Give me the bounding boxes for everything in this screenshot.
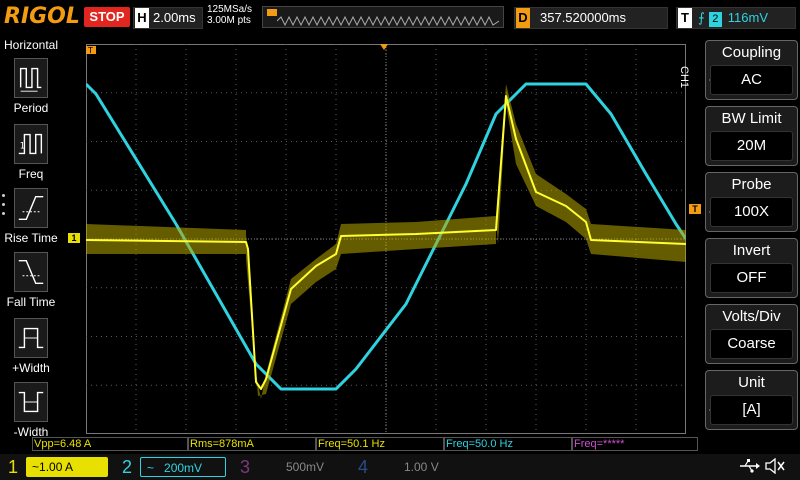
speaker-muted-icon[interactable]: [764, 458, 786, 474]
channel-1-scale: 1.00 A: [39, 460, 74, 474]
sample-rate: 125MSa/s: [207, 4, 253, 15]
measure-rise-time-button[interactable]: Rise Time: [0, 188, 62, 245]
ac-coupling-icon: ~: [147, 461, 165, 475]
freq-label: Freq: [18, 167, 44, 181]
channel-2-scale: 200mV: [164, 461, 203, 475]
top-status-bar: RIGOL STOP H 2.00ms 125MSa/s 3.00M pts D3…: [0, 0, 800, 36]
panel-title: Horizontal: [3, 38, 59, 52]
channel-3-number: 3: [239, 457, 250, 477]
rise-time-label: Rise Time: [4, 231, 58, 245]
acquisition-info: 125MSa/s 3.00M pts: [207, 4, 252, 26]
channel-3-button[interactable]: 3 500mV: [236, 456, 348, 478]
rise-time-icon: [14, 188, 48, 228]
unit-title: Unit: [738, 374, 765, 391]
channel-1-settings: ~1.00 A: [26, 457, 108, 477]
trigger-display[interactable]: T ⨍ 2 116mV: [676, 7, 796, 29]
delay-value: 357.520000ms: [540, 10, 627, 25]
invert-value: OFF: [710, 263, 793, 293]
measure-freq-button[interactable]: 1 Freq: [0, 124, 62, 181]
volts-div-title: Volts/Div: [722, 308, 781, 325]
channel-menu: Coupling AC BW Limit 20M Probe 100X Inve…: [702, 36, 800, 440]
measure-fall-time-button[interactable]: Fall Time: [0, 252, 62, 309]
period-measure-icon: [14, 58, 48, 98]
channel-2-number: 2: [121, 457, 132, 477]
memory-overview-bar[interactable]: [262, 6, 504, 28]
positive-width-icon: [14, 318, 48, 358]
bw-limit-title: BW Limit: [721, 110, 782, 127]
measurement-panel: Horizontal Period 1 Freq Rise Time Fall …: [0, 36, 62, 452]
unit-menu-item[interactable]: Unit [A]: [705, 370, 798, 430]
probe-value: 100X: [710, 197, 793, 227]
negative-width-icon: [14, 382, 48, 422]
channel-3-scale: 500mV: [258, 457, 344, 477]
measure-negative-width-button[interactable]: -Width: [0, 382, 62, 439]
channel-status-bar: 1 ~1.00 A 2 ~ 200mV 3 500mV 4 1.00 V: [0, 454, 800, 480]
trigger-position-marker[interactable]: [380, 44, 388, 50]
ch1-offset-marker[interactable]: 1: [68, 233, 80, 243]
coupling-title: Coupling: [721, 44, 782, 61]
channel-1-button[interactable]: 1 ~1.00 A: [4, 456, 110, 478]
memory-depth: 3.00M pts: [207, 15, 251, 26]
probe-menu-item[interactable]: Probe 100X: [705, 172, 798, 232]
bw-limit-value: 20M: [710, 131, 793, 161]
measurement-freq-ch3[interactable]: Freq=*****: [572, 437, 698, 451]
measurement-freq-ch1[interactable]: Freq=50.1 Hz: [316, 437, 444, 451]
coupling-menu-item[interactable]: Coupling AC: [705, 40, 798, 100]
waveform-display[interactable]: T: [86, 44, 686, 434]
svg-text:1: 1: [20, 141, 25, 151]
probe-title: Probe: [731, 176, 772, 193]
measure-period-button[interactable]: Period: [0, 58, 62, 115]
trigger-time-marker-label: T: [87, 46, 93, 55]
view-position-marker[interactable]: [267, 9, 277, 16]
fall-time-label: Fall Time: [6, 295, 56, 309]
trigger-level-tag[interactable]: T: [689, 204, 701, 214]
delay-letter: D: [516, 8, 530, 28]
delay-display[interactable]: D 357.520000ms: [514, 7, 668, 29]
timebase-value: 2.00ms: [153, 10, 196, 25]
positive-width-label: +Width: [12, 361, 50, 375]
measure-positive-width-button[interactable]: +Width: [0, 318, 62, 375]
measurement-freq-ch2[interactable]: Freq=50.0 Hz: [444, 437, 572, 451]
memory-waveform-preview-icon: [277, 16, 499, 26]
usb-icon: [740, 459, 760, 473]
volts-div-menu-item[interactable]: Volts/Div Coarse: [705, 304, 798, 364]
unit-value: [A]: [710, 395, 793, 425]
fall-time-icon: [14, 252, 48, 292]
measurement-rms[interactable]: Rms=878mA: [188, 437, 316, 451]
trigger-time-marker[interactable]: T: [86, 46, 96, 55]
volts-div-value: Coarse: [710, 329, 793, 359]
coupling-value: AC: [710, 65, 793, 95]
timebase-display[interactable]: H 2.00ms: [133, 7, 203, 29]
channel-1-number: 1: [7, 457, 18, 477]
channel-2-button[interactable]: 2 ~ 200mV: [118, 456, 230, 478]
trigger-letter: T: [678, 8, 692, 28]
trigger-level: 116mV: [727, 10, 769, 25]
rising-edge-icon: ⨍: [698, 10, 705, 25]
channel-tag: CH1: [678, 66, 690, 89]
trigger-source: 2: [708, 12, 722, 27]
ac-coupling-icon: ~: [32, 460, 40, 474]
horizontal-letter: H: [135, 8, 149, 28]
channel-4-scale: 1.00 V: [376, 457, 462, 477]
period-label: Period: [13, 101, 49, 115]
measurement-results-bar: Vpp=6.48 A Rms=878mA Freq=50.1 Hz Freq=5…: [32, 436, 698, 452]
run-stop-indicator[interactable]: STOP: [84, 7, 130, 27]
channel-2-settings: ~ 200mV: [140, 457, 226, 477]
bw-limit-menu-item[interactable]: BW Limit 20M: [705, 106, 798, 166]
invert-title: Invert: [732, 242, 771, 259]
channel-4-button[interactable]: 4 1.00 V: [354, 456, 466, 478]
channel-4-number: 4: [357, 457, 368, 477]
freq-measure-icon: 1: [14, 124, 48, 164]
invert-menu-item[interactable]: Invert OFF: [705, 238, 798, 298]
brand-logo: RIGOL: [4, 4, 80, 29]
measurement-vpp[interactable]: Vpp=6.48 A: [32, 437, 188, 451]
